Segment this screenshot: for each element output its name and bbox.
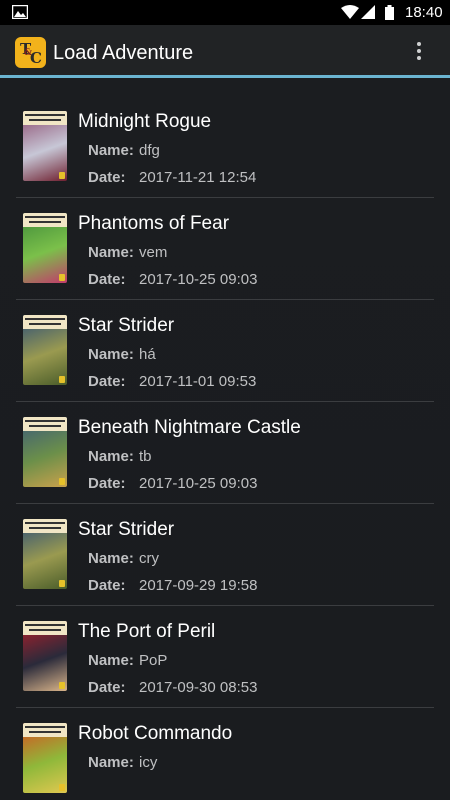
name-value: há xyxy=(139,346,156,363)
list-item[interactable]: Beneath Nightmare Castle Name: tb Date: 20… xyxy=(0,384,450,504)
saved-games-list[interactable]: Midnight Rogue Name: dfg Date: 2017-11-21 … xyxy=(0,78,450,800)
item-title: Star Strider xyxy=(78,315,175,336)
cover-badge xyxy=(59,784,65,791)
item-title: Midnight Rogue xyxy=(78,111,212,132)
name-value: dfg xyxy=(139,142,160,159)
name-value: cry xyxy=(139,550,159,567)
name-value: vem xyxy=(139,244,168,261)
list-item[interactable]: Phantoms of Fear Name: vem Date: 2017-10-2… xyxy=(0,180,450,300)
cover-badge xyxy=(59,172,65,179)
item-title: Star Strider xyxy=(78,519,175,540)
cover-header-band xyxy=(23,519,67,533)
book-cover-image xyxy=(23,213,67,283)
name-value: tb xyxy=(139,448,152,465)
wifi-icon xyxy=(341,5,359,19)
cover-header-band xyxy=(23,111,67,125)
app-logo: T & C xyxy=(15,37,46,68)
name-label: Name: xyxy=(88,142,134,159)
cover-header-band xyxy=(23,213,67,227)
cover-header-band xyxy=(23,417,67,431)
list-item[interactable]: Star Strider Name: há Date: 2017-11-01 09:… xyxy=(0,282,450,402)
status-bar: 18:40 xyxy=(0,0,450,25)
name-value: PoP xyxy=(139,652,168,669)
name-label: Name: xyxy=(88,346,134,363)
book-cover-image xyxy=(23,519,67,589)
book-cover-image xyxy=(23,723,67,793)
item-title: Phantoms of Fear xyxy=(78,213,230,234)
name-label: Name: xyxy=(88,550,134,567)
cover-header-band xyxy=(23,315,67,329)
battery-icon xyxy=(385,5,394,20)
name-label: Name: xyxy=(88,754,134,771)
cover-badge xyxy=(59,274,65,281)
cover-header-band xyxy=(23,723,67,737)
book-cover-image xyxy=(23,111,67,181)
signal-icon xyxy=(361,5,375,19)
name-label: Name: xyxy=(88,652,134,669)
name-label: Name: xyxy=(88,244,134,261)
name-label: Name: xyxy=(88,448,134,465)
cover-badge xyxy=(59,682,65,689)
image-notification-icon xyxy=(12,5,28,19)
toolbar: T & C Load Adventure xyxy=(0,25,450,75)
book-cover-image xyxy=(23,315,67,385)
cover-badge xyxy=(59,376,65,383)
list-item[interactable]: Star Strider Name: cry Date: 2017-09-29 19… xyxy=(0,486,450,606)
item-title: The Port of Peril xyxy=(78,621,216,642)
list-item[interactable]: Robot Commando Name: icy xyxy=(0,690,450,793)
item-title: Beneath Nightmare Castle xyxy=(78,417,301,438)
list-item[interactable]: The Port of Peril Name: PoP Date: 2017-09-… xyxy=(0,588,450,708)
more-options-icon[interactable] xyxy=(413,40,425,64)
name-value: icy xyxy=(139,754,158,771)
toolbar-title: Load Adventure xyxy=(53,42,194,64)
cover-badge xyxy=(59,580,65,587)
list-item[interactable]: Midnight Rogue Name: dfg Date: 2017-11-21 … xyxy=(0,78,450,198)
cover-header-band xyxy=(23,621,67,635)
clock: 18:40 xyxy=(405,4,443,21)
item-title: Robot Commando xyxy=(78,723,233,744)
book-cover-image xyxy=(23,621,67,691)
book-cover-image xyxy=(23,417,67,487)
cover-badge xyxy=(59,478,65,485)
